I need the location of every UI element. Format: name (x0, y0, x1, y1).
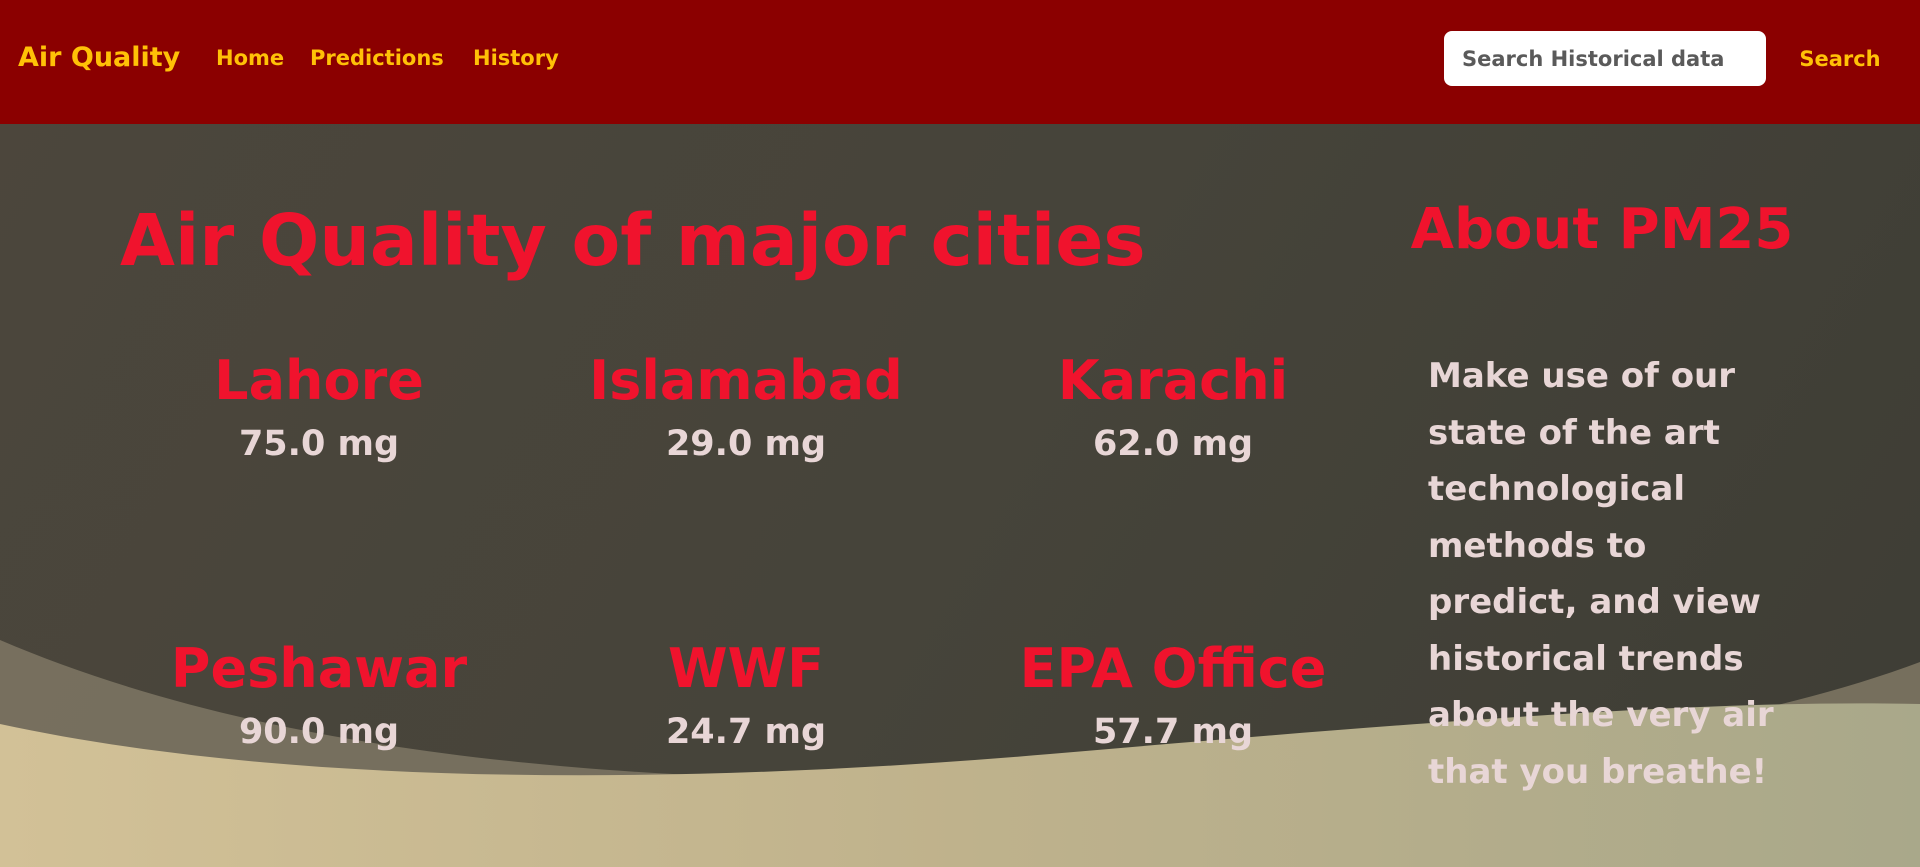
main-content: Air Quality of major cities Lahore 75.0 … (0, 0, 1920, 867)
city-value: 24.7 mg (665, 712, 827, 752)
search-button[interactable]: Search (1780, 31, 1900, 86)
city-value: 62.0 mg (1092, 424, 1254, 464)
nav-link-predictions[interactable]: Predictions (310, 44, 444, 72)
city-card-lahore: Lahore 75.0 mg (104, 348, 534, 466)
city-card-islamabad: Islamabad 29.0 mg (531, 348, 961, 466)
city-card-peshawar: Peshawar 90.0 mg (104, 636, 534, 754)
city-card-karachi: Karachi 62.0 mg (958, 348, 1388, 466)
about-title: About PM25 (1410, 197, 1794, 262)
city-value: 29.0 mg (665, 424, 827, 464)
nav-link-history[interactable]: History (473, 44, 559, 72)
city-name: Islamabad (589, 349, 903, 412)
page-title: Air Quality of major cities (120, 199, 1146, 282)
city-card-wwf: WWF 24.7 mg (531, 636, 961, 754)
nav-link-home[interactable]: Home (216, 44, 284, 72)
search-input[interactable] (1444, 31, 1766, 86)
city-value: 57.7 mg (1092, 712, 1254, 752)
city-name: Lahore (214, 349, 424, 412)
city-name: EPA Office (1019, 637, 1327, 700)
city-card-epa-office: EPA Office 57.7 mg (958, 636, 1388, 754)
city-name: WWF (667, 637, 824, 700)
brand-logo[interactable]: Air Quality (18, 40, 180, 76)
city-value: 75.0 mg (238, 424, 400, 464)
about-description: Make use of our state of the art technol… (1428, 356, 1774, 792)
city-name: Karachi (1057, 349, 1289, 412)
city-name: Peshawar (170, 637, 468, 700)
navbar: Air Quality Home Predictions History Sea… (0, 0, 1920, 124)
city-value: 90.0 mg (238, 712, 400, 752)
